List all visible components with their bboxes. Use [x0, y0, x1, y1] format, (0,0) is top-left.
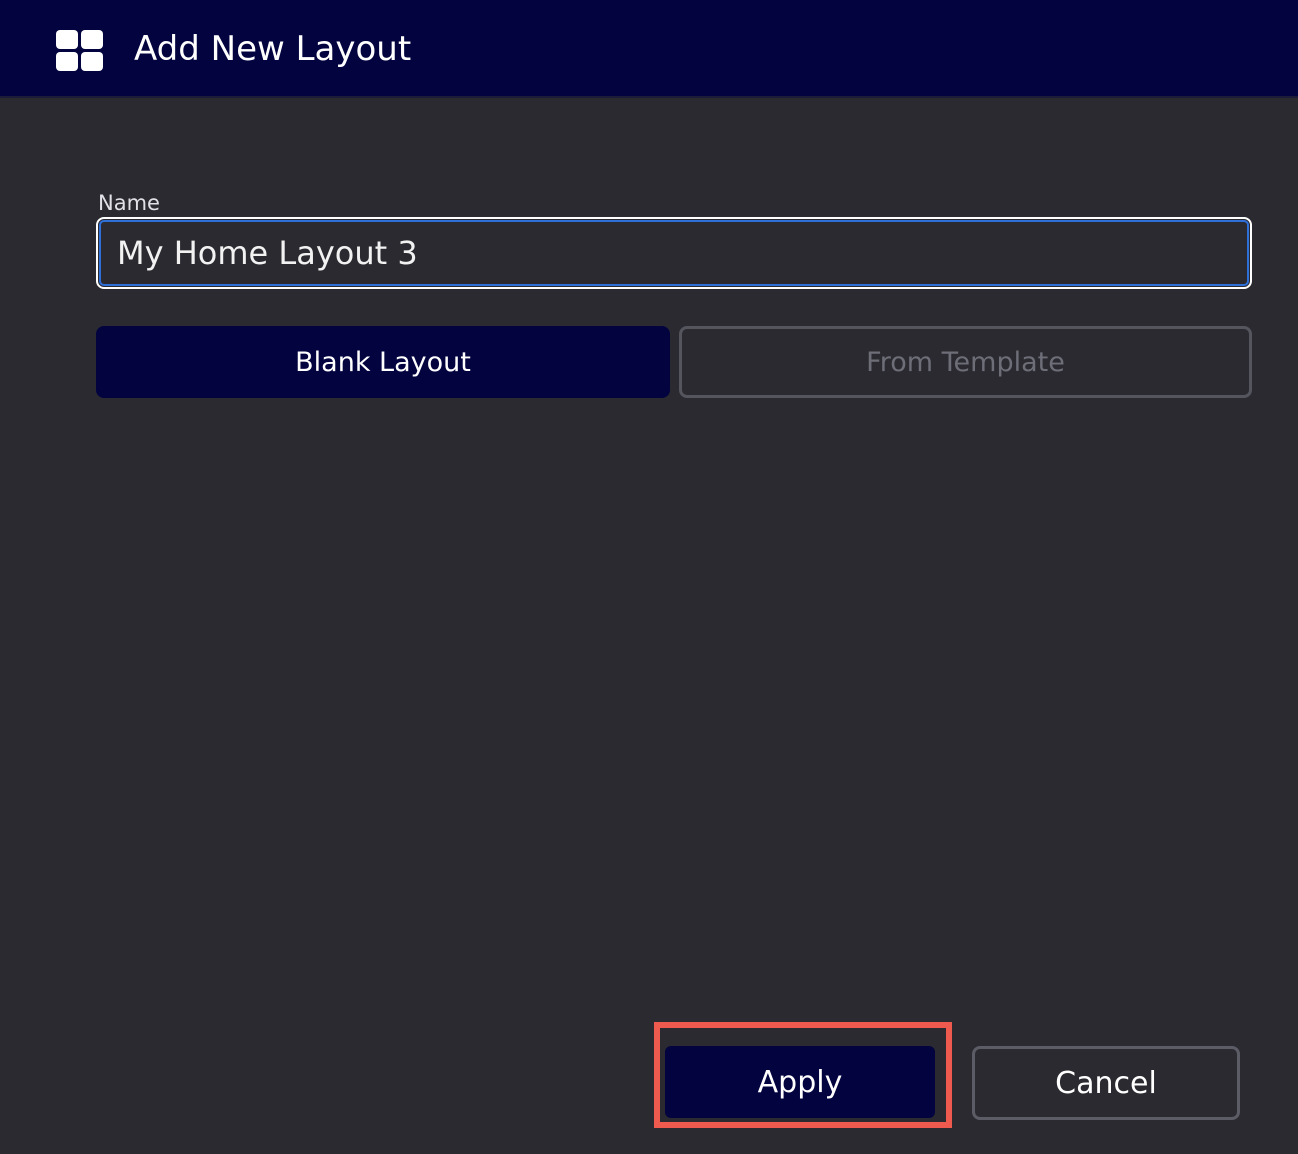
name-field-label: Name	[98, 191, 160, 215]
name-input[interactable]	[96, 217, 1252, 289]
cancel-button[interactable]: Cancel	[972, 1046, 1240, 1120]
apply-button[interactable]: Apply	[665, 1046, 935, 1118]
dialog-title: Add New Layout	[134, 29, 412, 69]
blank-layout-button[interactable]: Blank Layout	[96, 326, 670, 398]
dialog-titlebar: Add New Layout	[0, 0, 1298, 98]
add-new-layout-dialog: Add New Layout Name Blank Layout From Te…	[0, 0, 1298, 1154]
from-template-button[interactable]: From Template	[679, 326, 1252, 398]
layout-grid-icon	[56, 30, 104, 72]
